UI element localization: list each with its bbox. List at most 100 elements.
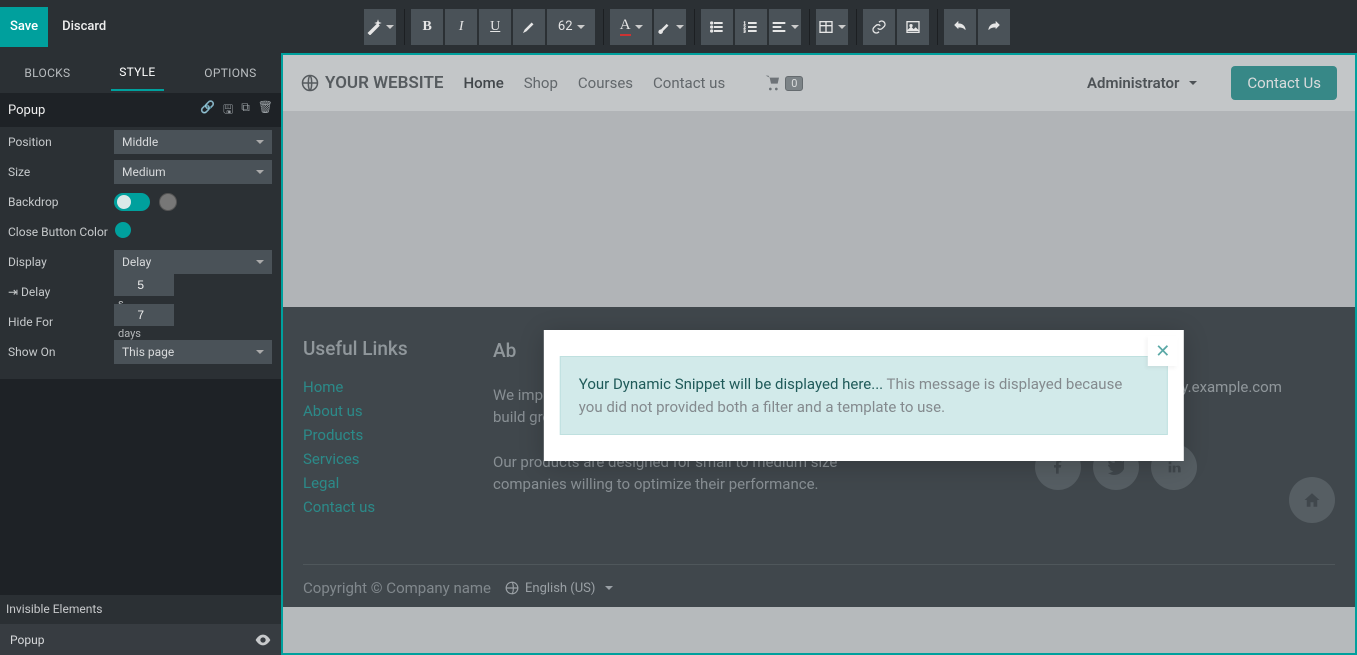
showon-label: Show On bbox=[8, 345, 114, 359]
footer-link-contact[interactable]: Contact us bbox=[303, 498, 463, 516]
editor-top-toolbar: Save Discard B I U 62 A 123 bbox=[0, 0, 1357, 53]
unordered-list-button[interactable] bbox=[701, 9, 733, 45]
table-button[interactable] bbox=[816, 9, 848, 45]
copyright-bar: Copyright © Company name English (US) bbox=[303, 564, 1335, 597]
close-color-swatch[interactable] bbox=[114, 221, 132, 239]
hidefor-input-wrapper bbox=[114, 304, 174, 326]
sidebar-tabs: BLOCKS STYLE OPTIONS bbox=[0, 53, 281, 93]
popup-message: Your Dynamic Snippet will be displayed h… bbox=[560, 356, 1168, 435]
link-button[interactable] bbox=[863, 9, 895, 45]
magic-tool-button[interactable] bbox=[364, 9, 396, 45]
popup: ✕ Your Dynamic Snippet will be displayed… bbox=[544, 330, 1184, 461]
footer-link-services[interactable]: Services bbox=[303, 450, 463, 468]
undo-icon bbox=[952, 19, 968, 35]
backdrop-color-swatch[interactable] bbox=[159, 193, 177, 211]
close-color-label: Close Button Color bbox=[8, 225, 114, 239]
hidefor-input[interactable] bbox=[114, 308, 148, 322]
home-fab[interactable] bbox=[1289, 477, 1335, 523]
link-icon bbox=[871, 19, 887, 35]
highlighter-icon bbox=[521, 19, 537, 35]
visibility-icon[interactable] bbox=[255, 634, 271, 646]
cart-button[interactable]: 0 bbox=[765, 75, 803, 91]
underline-icon: U bbox=[490, 19, 500, 35]
footer-link-home[interactable]: Home bbox=[303, 378, 463, 396]
admin-menu[interactable]: Administrator bbox=[1087, 74, 1197, 92]
svg-text:3: 3 bbox=[744, 28, 746, 33]
tab-style[interactable]: STYLE bbox=[111, 55, 163, 91]
image-icon bbox=[905, 19, 921, 35]
redo-icon bbox=[986, 19, 1002, 35]
left-sidebar: BLOCKS STYLE OPTIONS Popup 🔗 🖫 ⧉ 🗑 Posit… bbox=[0, 53, 281, 655]
invisible-element-name: Popup bbox=[10, 633, 44, 647]
linkedin-icon bbox=[1166, 459, 1182, 475]
invisible-element-row[interactable]: Popup bbox=[0, 623, 281, 655]
redo-button[interactable] bbox=[978, 9, 1010, 45]
footer-link-about[interactable]: About us bbox=[303, 402, 463, 420]
popup-close-button[interactable]: ✕ bbox=[1148, 336, 1178, 366]
underline-button[interactable]: U bbox=[479, 9, 511, 45]
undo-button[interactable] bbox=[944, 9, 976, 45]
showon-select[interactable]: This page bbox=[114, 340, 272, 364]
align-button[interactable] bbox=[769, 9, 801, 45]
tab-options[interactable]: OPTIONS bbox=[196, 56, 264, 90]
size-select[interactable]: Medium bbox=[114, 160, 272, 184]
display-label: Display bbox=[8, 255, 114, 269]
hero-area bbox=[283, 111, 1355, 307]
contact-us-button[interactable]: Contact Us bbox=[1231, 66, 1337, 100]
font-size-value: 62 bbox=[558, 19, 573, 34]
panel-titlebar: Popup 🔗 🖫 ⧉ 🗑 bbox=[0, 93, 281, 127]
site-brand[interactable]: YOUR WEBSITE bbox=[301, 73, 444, 93]
bold-icon: B bbox=[423, 19, 432, 35]
delay-input-wrapper bbox=[114, 274, 174, 296]
footer-link-products[interactable]: Products bbox=[303, 426, 463, 444]
text-color-button[interactable]: A bbox=[610, 9, 652, 45]
panel-action-icons: 🔗 🖫 ⧉ 🗑 bbox=[200, 100, 273, 121]
highlight-button[interactable] bbox=[513, 9, 545, 45]
brush-icon bbox=[656, 19, 672, 35]
language-selector[interactable]: English (US) bbox=[505, 581, 613, 596]
backdrop-toggle[interactable] bbox=[114, 193, 150, 211]
italic-button[interactable]: I bbox=[445, 9, 477, 45]
anchor-icon[interactable]: 🔗 bbox=[200, 100, 215, 121]
house-icon bbox=[1303, 491, 1321, 509]
font-size-button[interactable]: 62 bbox=[547, 9, 595, 45]
align-icon bbox=[771, 19, 787, 35]
globe-small-icon bbox=[505, 581, 519, 595]
nav-home[interactable]: Home bbox=[464, 74, 504, 92]
italic-icon: I bbox=[459, 19, 464, 35]
position-select[interactable]: Middle bbox=[114, 130, 272, 154]
backdrop-label: Backdrop bbox=[8, 195, 114, 209]
preview-canvas: YOUR WEBSITE Home Shop Courses Contact u… bbox=[281, 53, 1357, 655]
brush-color-button[interactable] bbox=[654, 9, 686, 45]
display-select[interactable]: Delay bbox=[114, 250, 272, 274]
text-color-icon: A bbox=[620, 17, 631, 36]
size-label: Size bbox=[8, 165, 114, 179]
bold-button[interactable]: B bbox=[411, 9, 443, 45]
cart-icon bbox=[765, 75, 781, 91]
footer-link-legal[interactable]: Legal bbox=[303, 474, 463, 492]
hidefor-label: Hide For bbox=[8, 315, 114, 329]
footer-useful-links: Useful Links Home About us Products Serv… bbox=[303, 337, 463, 522]
nav-shop[interactable]: Shop bbox=[524, 74, 558, 92]
ul-icon bbox=[709, 19, 725, 35]
discard-button[interactable]: Discard bbox=[48, 7, 120, 47]
duplicate-icon[interactable]: ⧉ bbox=[241, 100, 250, 121]
copyright-text: Copyright © Company name bbox=[303, 579, 491, 597]
image-button[interactable] bbox=[897, 9, 929, 45]
delay-input[interactable] bbox=[114, 278, 148, 292]
tab-blocks[interactable]: BLOCKS bbox=[16, 56, 78, 90]
save-button[interactable]: Save bbox=[0, 7, 48, 47]
delete-icon[interactable]: 🗑 bbox=[258, 100, 273, 121]
delay-label: ⇥ Delay bbox=[8, 285, 114, 299]
nav-courses[interactable]: Courses bbox=[578, 74, 633, 92]
ordered-list-button[interactable]: 123 bbox=[735, 9, 767, 45]
invisible-elements-header: Invisible Elements bbox=[0, 595, 281, 623]
facebook-icon bbox=[1050, 459, 1066, 475]
save-block-icon[interactable]: 🖫 bbox=[223, 100, 233, 121]
nav-contact[interactable]: Contact us bbox=[653, 74, 725, 92]
cart-count-badge: 0 bbox=[785, 76, 803, 91]
ol-icon: 123 bbox=[743, 19, 759, 35]
panel-title: Popup bbox=[8, 103, 45, 118]
useful-links-title: Useful Links bbox=[303, 337, 463, 360]
twitter-icon bbox=[1108, 459, 1124, 475]
